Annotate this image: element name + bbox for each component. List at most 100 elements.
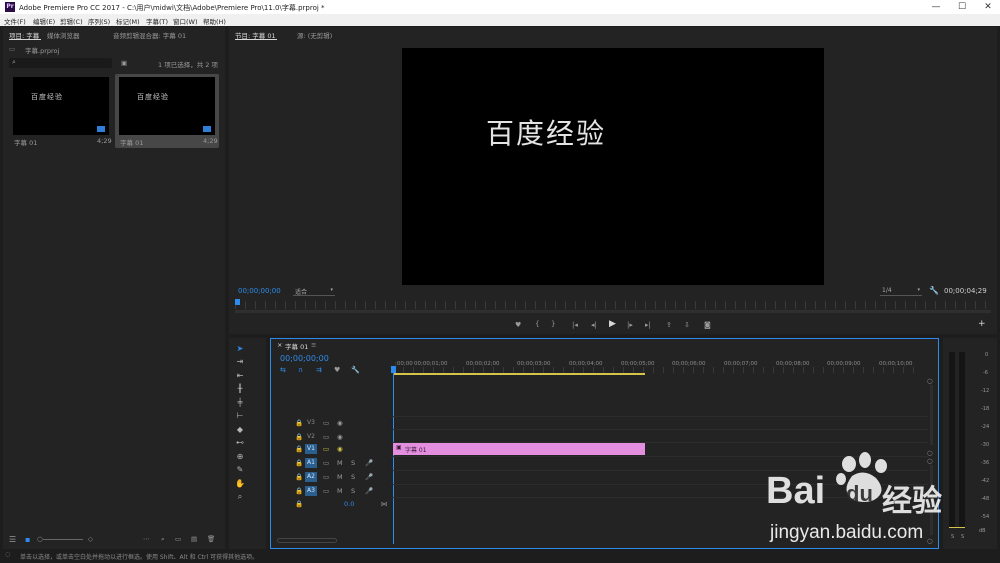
linked-selection-icon[interactable]: ⇉: [316, 366, 322, 374]
zoom-tool-icon[interactable]: ⌕: [235, 492, 245, 502]
sequence-close-icon[interactable]: ×: [277, 341, 282, 349]
play-icon[interactable]: ▶: [609, 319, 616, 329]
settings-wrench-icon[interactable]: 🔧: [929, 286, 939, 295]
track-label[interactable]: A3: [305, 486, 317, 496]
timeline-settings-icon[interactable]: 🔧: [351, 366, 360, 374]
vertical-scrollbar-video[interactable]: [930, 385, 933, 445]
project-item[interactable]: 百度经验 字幕 01 4;29: [11, 75, 112, 147]
new-bin-button-icon[interactable]: ▭: [175, 535, 181, 543]
microphone-icon[interactable]: 🎤: [365, 459, 373, 467]
add-marker-icon[interactable]: ♥: [334, 366, 340, 374]
playhead-handle[interactable]: [391, 366, 396, 373]
lift-icon[interactable]: ⇪: [666, 321, 672, 329]
master-volume-value[interactable]: 0.0: [344, 500, 354, 508]
lock-icon[interactable]: 🔒: [295, 419, 303, 427]
sync-lock-icon[interactable]: ▭: [323, 433, 329, 441]
monitor-zoom-bar[interactable]: [235, 310, 991, 313]
mute-button[interactable]: M: [337, 473, 343, 481]
timeline-timecode[interactable]: 00;00;00;00: [280, 354, 329, 363]
tab-media-browser[interactable]: 媒体浏览器: [47, 30, 80, 40]
menu-sequence[interactable]: 序列(S): [88, 16, 110, 26]
track-label[interactable]: V2: [305, 432, 317, 442]
rate-stretch-tool-icon[interactable]: ╪: [235, 398, 245, 408]
find-icon[interactable]: ⌕: [161, 535, 165, 544]
track-header-a3[interactable]: 🔒 A3 ▭ M S 🎤: [271, 485, 389, 497]
sync-lock-icon[interactable]: ▭: [323, 459, 329, 467]
add-marker-icon[interactable]: ♥: [515, 321, 521, 329]
track-header-a2[interactable]: 🔒 A2 ▭ M S 🎤: [271, 471, 389, 483]
mark-out-icon[interactable]: }: [551, 320, 555, 328]
track-header-v3[interactable]: 🔒 V3 ▭ ◉: [271, 417, 389, 429]
eye-icon[interactable]: ◉: [337, 445, 343, 453]
lock-icon[interactable]: 🔒: [295, 487, 303, 495]
track-label[interactable]: V3: [305, 418, 317, 428]
microphone-icon[interactable]: 🎤: [365, 487, 373, 495]
menu-window[interactable]: 窗口(W): [173, 16, 198, 26]
new-bin-icon[interactable]: ▣: [121, 59, 127, 67]
lock-icon[interactable]: 🔒: [295, 459, 303, 467]
horizontal-scrollbar[interactable]: [277, 538, 337, 543]
icon-view-icon[interactable]: ▪: [25, 535, 30, 544]
track-label[interactable]: V1: [305, 444, 317, 454]
pencil-tool-icon[interactable]: ✎: [235, 465, 245, 475]
maximize-button[interactable]: ☐: [952, 1, 972, 13]
sync-lock-icon[interactable]: ▭: [323, 445, 329, 453]
playhead-line[interactable]: [393, 366, 394, 544]
scroll-handle-top-icon[interactable]: ○: [927, 377, 933, 385]
tab-source[interactable]: 源: (无剪辑): [297, 30, 332, 40]
lock-icon[interactable]: 🔒: [295, 500, 303, 508]
sync-lock-icon[interactable]: ▭: [323, 473, 329, 481]
go-to-end-icon[interactable]: ⋈: [381, 500, 388, 508]
solo-button[interactable]: S: [351, 473, 355, 481]
razor-tool-icon[interactable]: ⊢: [235, 411, 245, 421]
lock-icon[interactable]: 🔒: [295, 473, 303, 481]
monitor-playhead[interactable]: [235, 299, 240, 305]
go-to-out-icon[interactable]: ▸|: [645, 321, 651, 329]
new-item-icon[interactable]: ▤: [191, 535, 197, 543]
zoom-slider[interactable]: [43, 539, 83, 540]
tab-menu-icon[interactable]: ≡: [311, 341, 316, 349]
resolution-dropdown[interactable]: 1/4 ▾: [880, 286, 922, 296]
tab-audio-clip-mixer[interactable]: 音频剪辑混合器: 字幕 01: [113, 30, 186, 40]
monitor-ruler[interactable]: [235, 301, 991, 309]
mute-button[interactable]: M: [337, 487, 343, 495]
nest-toggle-icon[interactable]: ⇆: [280, 366, 286, 374]
extract-icon[interactable]: ⇩: [684, 321, 690, 329]
hand-tool-icon[interactable]: ✋: [235, 479, 245, 489]
menu-edit[interactable]: 编辑(E): [33, 16, 55, 26]
step-forward-icon[interactable]: |▸: [627, 321, 633, 329]
microphone-icon[interactable]: 🎤: [365, 473, 373, 481]
solo-button[interactable]: S: [351, 487, 355, 495]
go-to-in-icon[interactable]: |◂: [572, 321, 578, 329]
slip-tool-icon[interactable]: ◆: [235, 425, 245, 435]
project-item[interactable]: 百度经验 字幕 01 4;29: [115, 74, 219, 148]
lock-icon[interactable]: 🔒: [295, 445, 303, 453]
trash-icon[interactable]: 🗑: [207, 535, 215, 543]
tab-sequence[interactable]: 字幕 01: [285, 341, 308, 351]
track-label[interactable]: A1: [305, 458, 317, 468]
automate-icon[interactable]: ⋯: [143, 535, 150, 543]
snap-icon[interactable]: ∩: [298, 366, 303, 374]
ripple-edit-tool-icon[interactable]: ⇤: [235, 371, 245, 381]
menu-clip[interactable]: 剪辑(C): [60, 16, 83, 26]
selection-tool-icon[interactable]: ➤: [235, 344, 245, 354]
close-button[interactable]: ✕: [978, 1, 998, 13]
track-label[interactable]: A2: [305, 472, 317, 482]
button-editor-plus-icon[interactable]: +: [978, 319, 986, 329]
step-back-icon[interactable]: ◂|: [591, 321, 597, 329]
sync-lock-icon[interactable]: ▭: [323, 419, 329, 427]
search-input[interactable]: ⌕: [9, 58, 112, 68]
mute-button[interactable]: M: [337, 459, 343, 467]
sync-lock-icon[interactable]: ▭: [323, 487, 329, 495]
mark-in-icon[interactable]: {: [535, 320, 539, 328]
minimize-button[interactable]: —: [926, 1, 946, 13]
fit-dropdown[interactable]: 适合 ▾: [293, 286, 335, 296]
eye-icon[interactable]: ◉: [337, 433, 343, 441]
current-timecode[interactable]: 00;00;00;00: [238, 287, 281, 295]
rolling-edit-tool-icon[interactable]: ╫: [235, 384, 245, 394]
pen-tool-icon[interactable]: ⊕: [235, 452, 245, 462]
menu-file[interactable]: 文件(F): [4, 16, 26, 26]
solo-button[interactable]: S: [351, 459, 355, 467]
track-select-tool-icon[interactable]: ⇥: [235, 357, 245, 367]
list-view-icon[interactable]: ☰: [9, 535, 16, 544]
